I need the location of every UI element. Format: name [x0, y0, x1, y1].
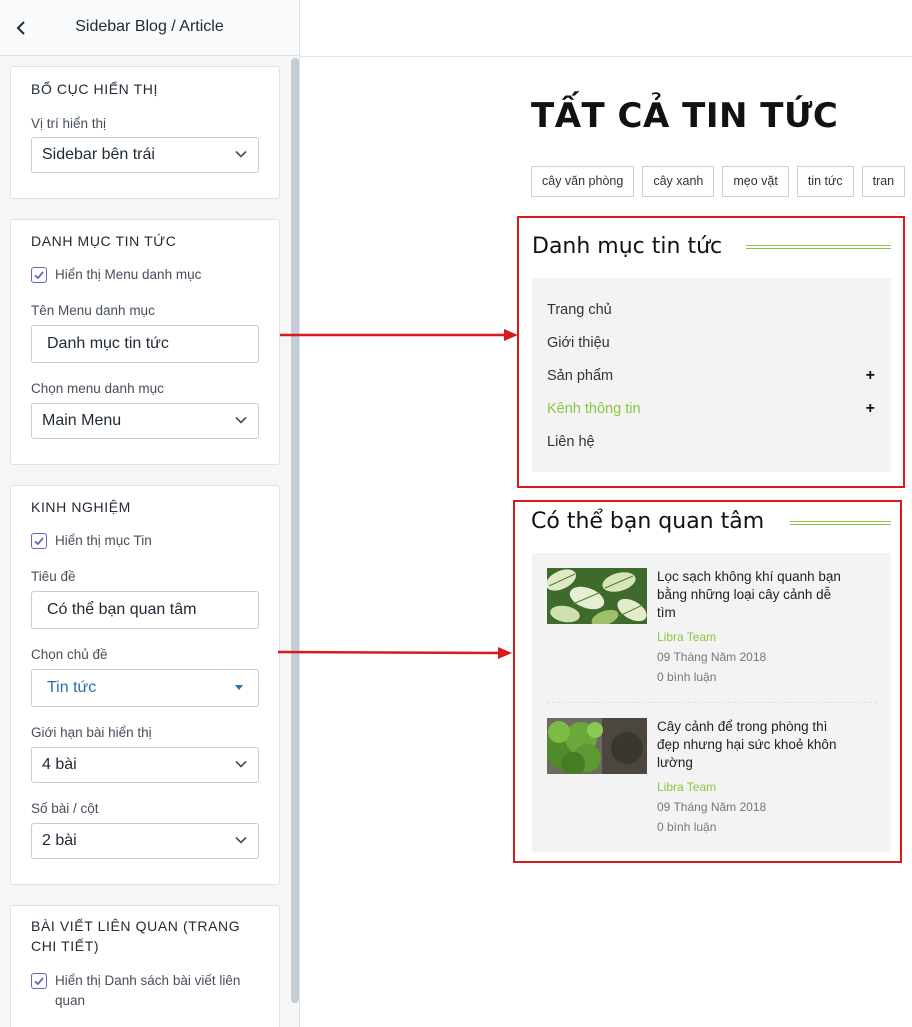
- show-related-checkbox[interactable]: [31, 973, 47, 989]
- category-menu-box: Trang chủ Giới thiệu Sản phẩm + Kênh thô…: [532, 278, 891, 472]
- post-item: Cây cảnh để trong phòng thì đẹp nhưng hạ…: [547, 718, 877, 838]
- menu-name-input[interactable]: Danh mục tin tức: [31, 325, 259, 363]
- limit-label: Giới hạn bài hiển thị: [31, 725, 152, 740]
- chevron-down-icon: [235, 836, 247, 844]
- choose-menu-value: Main Menu: [42, 412, 122, 429]
- caret-down-icon: [235, 685, 243, 690]
- show-menu-checkbox-row[interactable]: Hiển thị Menu danh mục: [31, 265, 201, 285]
- page-heading: TẤT CẢ TIN TỨC: [531, 96, 839, 136]
- expand-plus-icon[interactable]: +: [866, 367, 875, 385]
- panel-header: Sidebar Blog / Article: [0, 0, 299, 56]
- layout-section-title: BỐ CỤC HIỂN THỊ: [31, 81, 158, 97]
- category-menu-item[interactable]: Trang chủ: [547, 302, 612, 318]
- checkmark-icon: [34, 271, 44, 280]
- category-menu-item[interactable]: Sản phẩm: [547, 368, 613, 384]
- category-card: DANH MỤC TIN TỨC Hiển thị Menu danh mục …: [10, 219, 280, 465]
- post-thumbnail[interactable]: [547, 718, 647, 774]
- tag-item[interactable]: cây xanh: [642, 166, 715, 197]
- show-items-checkbox[interactable]: [31, 533, 47, 549]
- show-related-checkbox-row[interactable]: Hiển thị Danh sách bài viết liên quan: [31, 971, 240, 1011]
- choose-menu-select[interactable]: Main Menu: [31, 403, 259, 439]
- related-section-title-line1: BÀI VIẾT LIÊN QUAN (TRANG: [31, 918, 241, 934]
- show-items-checkbox-row[interactable]: Hiển thị mục Tin: [31, 531, 152, 551]
- panel-title: Sidebar Blog / Article: [75, 18, 224, 35]
- menu-name-label: Tên Menu danh mục: [31, 303, 155, 318]
- expand-plus-icon[interactable]: +: [866, 400, 875, 418]
- tag-list: cây văn phòng cây xanh mẹo vặt tin tức tran: [531, 166, 912, 198]
- show-menu-checkbox[interactable]: [31, 267, 47, 283]
- columns-label: Số bài / cột: [31, 801, 99, 816]
- annotation-arrow-posts: [277, 647, 512, 659]
- limit-select-value: 4 bài: [42, 756, 77, 773]
- title-decoration-line: [790, 521, 891, 525]
- topic-select-value: Tin tức: [47, 679, 97, 696]
- position-select-value: Sidebar bên trái: [42, 146, 155, 163]
- tag-item[interactable]: cây văn phòng: [531, 166, 635, 197]
- position-label: Vị trí hiển thị: [31, 116, 107, 131]
- topic-label: Chọn chủ đề: [31, 647, 108, 662]
- show-related-label-line1: Hiển thị Danh sách bài viết liên: [55, 973, 241, 988]
- position-select[interactable]: Sidebar bên trái: [31, 137, 259, 173]
- related-posts-card: BÀI VIẾT LIÊN QUAN (TRANG CHI TIẾT) Hiển…: [10, 905, 280, 1027]
- chevron-down-icon: [235, 416, 247, 424]
- columns-select-value: 2 bài: [42, 832, 77, 849]
- posts-list-box: Lọc sạch không khí quanh bạn bằng những …: [532, 553, 891, 852]
- checkmark-icon: [34, 537, 44, 546]
- choose-menu-label: Chọn menu danh mục: [31, 381, 164, 396]
- category-menu-item[interactable]: Liên hệ: [547, 434, 595, 450]
- tag-item[interactable]: mẹo vặt: [722, 166, 789, 197]
- heading-input[interactable]: Có thể bạn quan tâm: [31, 591, 259, 629]
- post-divider: [547, 702, 877, 703]
- chevron-down-icon: [235, 760, 247, 768]
- limit-select[interactable]: 4 bài: [31, 747, 259, 783]
- post-title-line: tìm: [657, 605, 676, 620]
- show-items-label: Hiển thị mục Tin: [55, 533, 152, 548]
- green-plant-image: [547, 718, 647, 774]
- tag-item[interactable]: tran: [861, 166, 906, 197]
- post-author: Libra Team: [657, 780, 717, 794]
- posts-widget-title: Có thể bạn quan tâm: [531, 509, 765, 534]
- post-title[interactable]: Cây cảnh để trong phòng thì đẹp nhưng hạ…: [657, 718, 872, 772]
- columns-select[interactable]: 2 bài: [31, 823, 259, 859]
- category-menu-item-active[interactable]: Kênh thông tin: [547, 401, 641, 417]
- checkmark-icon: [34, 977, 44, 986]
- post-item: Lọc sạch không khí quanh bạn bằng những …: [547, 568, 877, 688]
- category-menu-item[interactable]: Giới thiệu: [547, 335, 610, 351]
- leaf-plant-image: [547, 568, 647, 624]
- show-related-label: Hiển thị Danh sách bài viết liên quan: [55, 971, 240, 1011]
- post-title-line: lường: [657, 755, 693, 770]
- tag-item[interactable]: tin tức: [796, 166, 854, 197]
- show-menu-label: Hiển thị Menu danh mục: [55, 267, 202, 282]
- category-widget-title: Danh mục tin tức: [532, 234, 723, 259]
- related-section-title-line2: CHI TIẾT): [31, 938, 100, 954]
- post-title[interactable]: Lọc sạch không khí quanh bạn bằng những …: [657, 568, 872, 622]
- topic-select[interactable]: Tin tức: [31, 669, 259, 707]
- preview-topbar: [301, 0, 912, 57]
- post-date: 09 Tháng Năm 2018: [657, 800, 767, 814]
- experience-section-title: KINH NGHIỆM: [31, 499, 131, 515]
- show-related-label-line2: quan: [55, 993, 86, 1008]
- post-title-line: Cây cảnh để trong phòng thì: [657, 719, 828, 734]
- annotation-arrow-category: [280, 329, 518, 341]
- scrollbar-thumb[interactable]: [291, 58, 299, 1003]
- post-thumbnail[interactable]: [547, 568, 647, 624]
- storefront-preview: TẤT CẢ TIN TỨC cây văn phòng cây xanh mẹo …: [301, 0, 912, 1027]
- post-comments: 0 bình luận: [657, 820, 717, 834]
- post-comments: 0 bình luận: [657, 670, 717, 684]
- layout-card: BỐ CỤC HIỂN THỊ Vị trí hiển thị Sidebar …: [10, 66, 280, 199]
- post-title-line: bằng những loại cây cảnh dễ: [657, 587, 832, 602]
- post-title-line: Lọc sạch không khí quanh bạn: [657, 569, 841, 584]
- title-decoration-line: [746, 245, 891, 249]
- category-section-title: DANH MỤC TIN TỨC: [31, 233, 177, 249]
- chevron-down-icon: [235, 150, 247, 158]
- heading-label: Tiêu đề: [31, 569, 76, 584]
- post-title-line: đẹp nhưng hại sức khoẻ khôn: [657, 737, 837, 752]
- post-date: 09 Tháng Năm 2018: [657, 650, 767, 664]
- post-author: Libra Team: [657, 630, 717, 644]
- experience-card: KINH NGHIỆM Hiển thị mục Tin Tiêu đề Có …: [10, 485, 280, 885]
- theme-settings-panel: Sidebar Blog / Article BỐ CỤC HIỂN THỊ V…: [0, 0, 300, 1027]
